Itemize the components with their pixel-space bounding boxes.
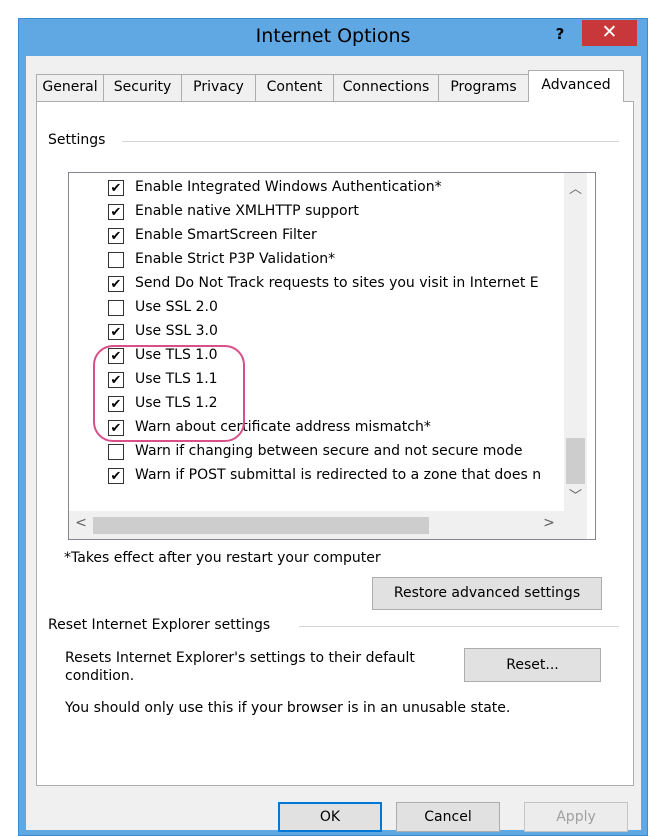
horizontal-scrollbar[interactable]: < > <box>69 511 564 539</box>
setting-label: Use SSL 3.0 <box>135 323 218 339</box>
reset-button[interactable]: Reset... <box>464 648 601 682</box>
setting-label: Enable native XMLHTTP support <box>135 203 359 219</box>
close-button[interactable]: ✕ <box>582 20 637 46</box>
tab-connections[interactable]: Connections <box>333 74 439 101</box>
checkbox[interactable]: ✔ <box>108 324 124 340</box>
checkbox[interactable] <box>108 252 124 268</box>
tab-general[interactable]: General <box>36 74 104 101</box>
checkbox[interactable]: ✔ <box>108 228 124 244</box>
checkbox[interactable]: ✔ <box>108 468 124 484</box>
scroll-left-icon[interactable]: < <box>71 515 91 535</box>
tab-privacy[interactable]: Privacy <box>181 74 256 101</box>
checkbox[interactable]: ✔ <box>108 348 124 364</box>
setting-label: Warn if POST submittal is redirected to … <box>135 467 542 483</box>
setting-label: Send Do Not Track requests to sites you … <box>135 275 539 291</box>
checkbox[interactable]: ✔ <box>108 372 124 388</box>
setting-label: Enable Strict P3P Validation* <box>135 251 336 267</box>
checkbox[interactable] <box>108 444 124 460</box>
scrollbar-corner <box>564 511 587 539</box>
tab-content[interactable]: Content <box>255 74 334 101</box>
vertical-scrollbar[interactable]: ︿ ﹀ <box>564 173 587 511</box>
dialog-client-area: General Security Privacy Content Connect… <box>26 56 641 832</box>
checkbox[interactable]: ✔ <box>108 204 124 220</box>
setting-label: Warn if changing between secure and not … <box>135 443 523 459</box>
close-icon: ✕ <box>601 21 618 43</box>
setting-label: Use TLS 1.0 <box>135 347 218 363</box>
restart-note: *Takes effect after you restart your com… <box>64 550 381 566</box>
ok-button[interactable]: OK <box>278 802 382 832</box>
setting-label: Enable Integrated Windows Authentication… <box>135 179 442 195</box>
reset-group-label: Reset Internet Explorer settings <box>48 617 277 633</box>
setting-label: Use SSL 2.0 <box>135 299 218 315</box>
cancel-button[interactable]: Cancel <box>396 802 500 832</box>
checkbox[interactable]: ✔ <box>108 420 124 436</box>
tab-programs[interactable]: Programs <box>438 74 529 101</box>
reset-group-line <box>299 626 619 627</box>
scroll-up-icon[interactable]: ︿ <box>564 178 587 198</box>
apply-button[interactable]: Apply <box>524 802 628 832</box>
advanced-tab-panel: Settings ✔ Enable Integrated Windows Aut… <box>36 101 634 786</box>
settings-group-line <box>122 141 619 142</box>
settings-group-label: Settings <box>48 132 112 148</box>
settings-list[interactable]: ✔ Enable Integrated Windows Authenticati… <box>68 172 596 540</box>
vertical-scroll-thumb[interactable] <box>566 438 585 484</box>
setting-label: Warn about certificate address mismatch* <box>135 419 431 435</box>
checkbox[interactable] <box>108 300 124 316</box>
reset-description: Resets Internet Explorer's settings to t… <box>65 649 415 685</box>
checkbox[interactable]: ✔ <box>108 276 124 292</box>
scroll-down-icon[interactable]: ﹀ <box>564 485 587 505</box>
tab-security[interactable]: Security <box>103 74 182 101</box>
title-bar[interactable]: Internet Options ? ✕ <box>19 19 647 56</box>
horizontal-scroll-thumb[interactable] <box>93 517 429 534</box>
reset-description-line: Resets Internet Explorer's settings to t… <box>65 650 415 666</box>
checkbox[interactable]: ✔ <box>108 180 124 196</box>
reset-description-line: condition. <box>65 668 135 684</box>
tab-advanced[interactable]: Advanced <box>528 70 624 102</box>
restore-advanced-settings-button[interactable]: Restore advanced settings <box>372 577 602 610</box>
scroll-right-icon[interactable]: > <box>539 515 559 535</box>
checkbox[interactable]: ✔ <box>108 396 124 412</box>
setting-label: Use TLS 1.1 <box>135 371 218 387</box>
help-button[interactable]: ? <box>540 21 580 49</box>
reset-warning: You should only use this if your browser… <box>65 700 511 716</box>
internet-options-window: Internet Options ? ✕ General Security Pr… <box>18 18 648 836</box>
setting-label: Use TLS 1.2 <box>135 395 218 411</box>
setting-label: Enable SmartScreen Filter <box>135 227 317 243</box>
